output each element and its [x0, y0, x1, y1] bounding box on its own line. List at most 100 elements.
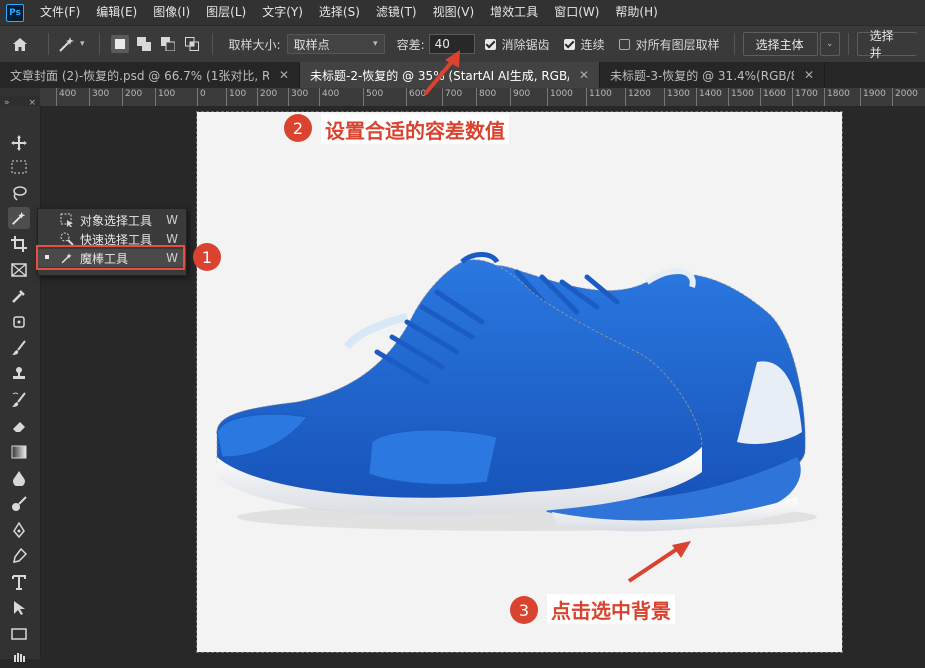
- crop-tool[interactable]: [8, 233, 30, 255]
- brush-tool[interactable]: [8, 337, 30, 359]
- menu-select[interactable]: 选择(S): [311, 0, 368, 25]
- type-tool[interactable]: [8, 571, 30, 593]
- lasso-tool[interactable]: [8, 182, 30, 204]
- eraser-tool[interactable]: [8, 415, 30, 437]
- ruler-tick: [625, 88, 626, 106]
- subtract-from-selection-button[interactable]: [159, 35, 177, 53]
- lasso-icon: [13, 186, 27, 201]
- menu-view[interactable]: 视图(V): [425, 0, 483, 25]
- ruler-tick: [89, 88, 90, 106]
- sample-size-label: 取样大小:: [228, 37, 281, 52]
- photoshop-logo: Ps: [6, 3, 24, 22]
- close-icon[interactable]: ✕: [279, 68, 289, 82]
- ruler-label: 1000: [550, 89, 573, 99]
- select-subject-dropdown[interactable]: ⌄: [819, 32, 840, 56]
- freeform-pen-icon: [13, 548, 27, 563]
- ruler-tick: [406, 88, 407, 106]
- checkbox-checked-icon: [563, 38, 575, 50]
- ruler-label: 200: [125, 89, 143, 99]
- antialias-checkbox[interactable]: 消除锯齿: [484, 36, 550, 53]
- close-icon[interactable]: ✕: [579, 68, 589, 82]
- move-tool[interactable]: [8, 132, 30, 154]
- path-selection-tool[interactable]: [8, 597, 30, 619]
- brush-icon: [12, 340, 26, 355]
- object-selection-item[interactable]: 对象选择工具 W: [38, 211, 186, 229]
- stamp-tool[interactable]: [8, 363, 30, 385]
- ruler-label: 1800: [827, 89, 850, 99]
- divider: [733, 33, 735, 55]
- marquee-tool[interactable]: [8, 156, 30, 178]
- sample-all-layers-checkbox[interactable]: 对所有图层取样: [618, 36, 720, 53]
- tab-document-1[interactable]: 文章封面 (2)-恢复的.psd @ 66.7% (1张对比, RGB/8#) …: [0, 62, 300, 88]
- horizontal-ruler: 400 300 200 100 0 100 200 300 400 500 60…: [40, 88, 925, 107]
- select-subject-button[interactable]: 选择主体: [742, 32, 818, 56]
- healing-brush-tool[interactable]: [8, 311, 30, 333]
- menu-plugins[interactable]: 增效工具: [482, 0, 546, 25]
- object-selection-icon: [60, 213, 74, 227]
- marquee-icon: [11, 160, 27, 174]
- ruler-label: 100: [158, 89, 176, 99]
- tool-preset-picker[interactable]: ▾: [57, 35, 85, 53]
- add-to-selection-button[interactable]: [135, 35, 153, 53]
- ruler-tick: [155, 88, 156, 106]
- menu-help[interactable]: 帮助(H): [607, 0, 665, 25]
- menu-edit[interactable]: 编辑(E): [88, 0, 145, 25]
- ruler-tick: [892, 88, 893, 106]
- ruler-label: 1700: [795, 89, 818, 99]
- ruler-label: 400: [59, 89, 77, 99]
- history-brush-tool[interactable]: [8, 389, 30, 411]
- menu-bar: Ps 文件(F) 编辑(E) 图像(I) 图层(L) 文字(Y) 选择(S) 滤…: [0, 0, 925, 25]
- ruler-tick: [664, 88, 665, 106]
- step3-callout: 点击选中背景: [547, 594, 675, 624]
- step1-badge: 1: [193, 243, 221, 271]
- menu-filter[interactable]: 滤镜(T): [368, 0, 425, 25]
- sample-size-select[interactable]: 取样点 ▾: [286, 34, 385, 54]
- gradient-tool[interactable]: [8, 441, 30, 463]
- contiguous-checkbox[interactable]: 连续: [563, 36, 605, 53]
- sample-size-value: 取样点: [293, 37, 330, 52]
- dodge-tool[interactable]: [8, 493, 30, 515]
- stamp-icon: [13, 367, 25, 379]
- menu-window[interactable]: 窗口(W): [546, 0, 607, 25]
- frame-tool[interactable]: [8, 259, 30, 281]
- type-icon: [12, 575, 26, 590]
- document-canvas[interactable]: [196, 111, 843, 653]
- hand-tool[interactable]: [8, 646, 30, 668]
- ruler-tick: [510, 88, 511, 106]
- menu-layer[interactable]: 图层(L): [198, 0, 254, 25]
- contiguous-label: 连续: [580, 37, 605, 52]
- ruler-label: 1300: [667, 89, 690, 99]
- subtract-selection-icon: [160, 37, 175, 51]
- ruler-label: 1900: [863, 89, 886, 99]
- cursor-icon: [14, 601, 25, 615]
- eyedropper-tool[interactable]: [8, 285, 30, 307]
- select-and-mask-button[interactable]: 选择并: [856, 29, 917, 60]
- rectangle-tool[interactable]: [8, 623, 30, 645]
- ruler-label: 300: [92, 89, 110, 99]
- intersect-selection-button[interactable]: [183, 35, 201, 53]
- pen-tool-alt[interactable]: [8, 545, 30, 567]
- home-button[interactable]: [0, 37, 40, 52]
- menu-image[interactable]: 图像(I): [145, 0, 198, 25]
- tab-document-3[interactable]: 未标题-3-恢复的 @ 31.4%(RGB/8) * ✕: [600, 62, 825, 88]
- new-selection-button[interactable]: [110, 35, 129, 53]
- pen-tool[interactable]: [8, 519, 30, 541]
- rectangle-icon: [11, 628, 27, 640]
- ruler-tick: [197, 88, 198, 106]
- menu-type[interactable]: 文字(Y): [254, 0, 311, 25]
- menu-file[interactable]: 文件(F): [32, 0, 88, 25]
- droplet-icon: [13, 471, 25, 486]
- frame-icon: [11, 263, 27, 277]
- ruler-label: 1200: [628, 89, 651, 99]
- blur-tool[interactable]: [8, 467, 30, 489]
- new-selection-icon: [114, 39, 125, 49]
- magic-wand-tool[interactable]: [8, 207, 30, 229]
- magic-wand-icon: [59, 37, 74, 52]
- chevron-down-icon: ▾: [80, 39, 85, 49]
- ruler-tick: [760, 88, 761, 106]
- close-icon[interactable]: ✕: [804, 68, 814, 82]
- shoe-image: [216, 252, 817, 532]
- step2-arrow-icon: [423, 50, 460, 96]
- ruler-label: 2000: [895, 89, 918, 99]
- bandage-icon: [13, 316, 25, 328]
